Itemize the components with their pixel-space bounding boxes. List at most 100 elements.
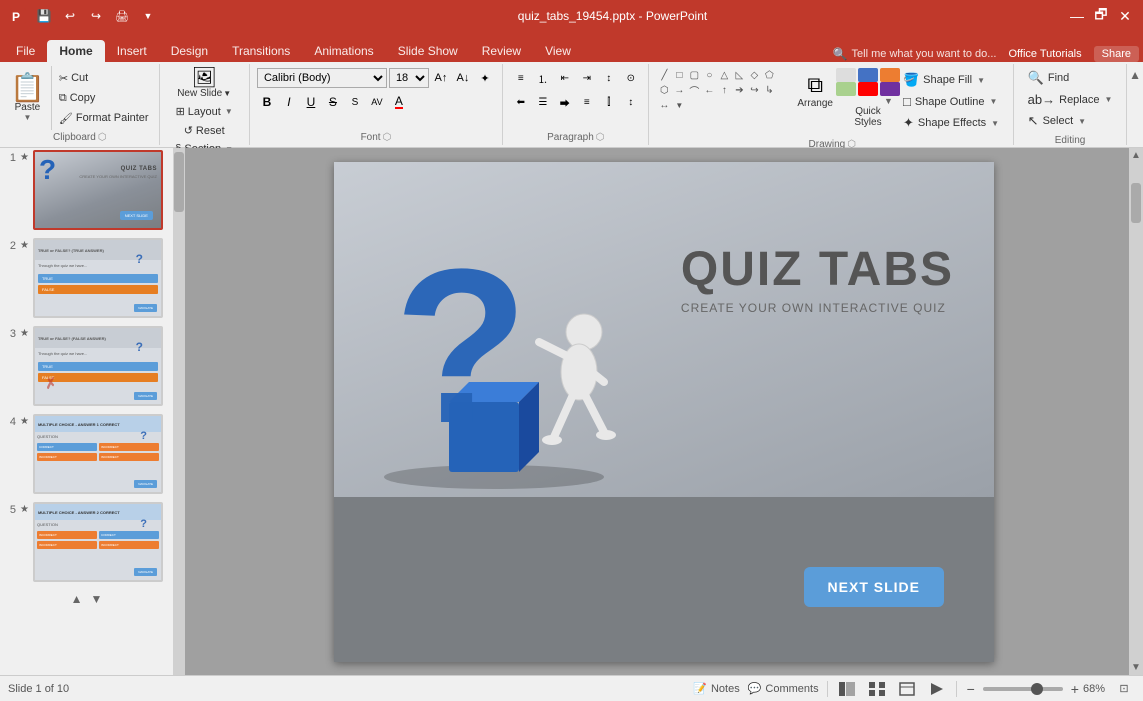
line-spacing-button[interactable]: ↕ — [621, 92, 641, 112]
dropdown-icon[interactable]: ▼ — [138, 6, 158, 26]
decrease-font-button[interactable]: A↓ — [453, 68, 473, 88]
shape-rect[interactable]: □ — [672, 68, 686, 82]
strikethrough-button[interactable]: S — [323, 92, 343, 112]
shape-oval[interactable]: ○ — [702, 68, 716, 82]
slide-scroll-up[interactable]: ▲ — [1129, 148, 1143, 163]
columns-button[interactable]: ⫿ — [599, 92, 619, 112]
slide-sorter-button[interactable] — [866, 678, 888, 700]
shape-uparrow[interactable]: ↑ — [717, 83, 731, 97]
print-icon[interactable]: 🖨 — [112, 6, 132, 26]
shape-rtriangle[interactable]: ◺ — [732, 68, 746, 82]
shape-diamond[interactable]: ◇ — [747, 68, 761, 82]
slide-scroll-thumb[interactable] — [1131, 183, 1141, 223]
font-size-select[interactable]: 18 — [389, 68, 429, 88]
qs-item-5[interactable] — [858, 82, 878, 96]
tab-view[interactable]: View — [533, 40, 583, 62]
clear-format-button[interactable]: ✦ — [475, 68, 495, 88]
zoom-out-button[interactable]: − — [965, 681, 977, 697]
minimize-button[interactable]: — — [1067, 6, 1087, 26]
font-name-select[interactable]: Calibri (Body) — [257, 68, 387, 88]
tab-file[interactable]: File — [4, 40, 47, 62]
reading-view-button[interactable] — [896, 678, 918, 700]
tab-transitions[interactable]: Transitions — [220, 40, 302, 62]
shape-pentagon[interactable]: ⬠ — [762, 68, 776, 82]
spacing-button[interactable]: AV — [367, 92, 387, 112]
help-search[interactable]: 🔍 Tell me what you want to do... — [833, 47, 997, 61]
reset-button[interactable]: ↺ Reset — [180, 122, 229, 139]
bullets-button[interactable]: ≡ — [511, 68, 531, 88]
shape-curvedline[interactable]: ⌒ — [687, 83, 701, 97]
font-expand-icon[interactable]: ⬡ — [383, 132, 392, 143]
panel-scroll-up[interactable]: ▲ — [71, 592, 83, 606]
align-center-button[interactable]: ☰ — [533, 92, 553, 112]
qs-item-1[interactable] — [836, 68, 856, 82]
share-btn[interactable]: Share — [1094, 46, 1139, 62]
new-slide-button[interactable]: 🖼 New Slide ▼ — [173, 66, 235, 101]
close-button[interactable]: ✕ — [1115, 6, 1135, 26]
zoom-thumb[interactable] — [1031, 683, 1043, 695]
shape-effects-button[interactable]: ✦ Shape Effects ▼ — [897, 113, 1005, 133]
replace-button[interactable]: ab→ Replace ▼ — [1022, 90, 1119, 109]
tab-home[interactable]: Home — [47, 40, 104, 62]
paste-button[interactable]: 📋 Paste ▼ — [4, 66, 52, 130]
text-direction-button[interactable]: ↕ — [599, 68, 619, 88]
slide-thumb-2[interactable]: 2 ★ TRUE or FALSE? (TRUE ANSWER) Through… — [0, 236, 173, 320]
slideshow-button[interactable] — [926, 678, 948, 700]
font-color-button[interactable]: A — [389, 92, 409, 112]
layout-button[interactable]: ⊞ Layout ▼ — [172, 103, 237, 120]
cut-button[interactable]: ✂ Cut — [55, 70, 153, 87]
zoom-level[interactable]: 68% — [1083, 683, 1105, 695]
justify-button[interactable]: ≡ — [577, 92, 597, 112]
slide-thumb-3[interactable]: 3 ★ TRUE or FALSE? (FALSE ANSWER) Throug… — [0, 324, 173, 408]
shape-arrow[interactable]: → — [672, 83, 686, 97]
shape-rrect[interactable]: ▢ — [687, 68, 701, 82]
shape-leftarrow[interactable]: ← — [702, 83, 716, 97]
slide-scroll-down[interactable]: ▼ — [1129, 660, 1143, 675]
paragraph-expand-icon[interactable]: ⬡ — [596, 132, 605, 143]
shape-curved-arrow[interactable]: ↪ — [747, 83, 761, 97]
new-slide-btn-inner[interactable]: 🖼 New Slide ▼ — [173, 66, 235, 101]
shape-more[interactable]: ▼ — [672, 98, 686, 112]
align-right-button[interactable]: ⮕ — [555, 92, 575, 112]
zoom-in-button[interactable]: + — [1069, 681, 1081, 697]
shape-hex[interactable]: ⬡ — [657, 83, 671, 97]
save-icon[interactable]: 💾 — [34, 6, 54, 26]
tab-slideshow[interactable]: Slide Show — [386, 40, 470, 62]
format-painter-button[interactable]: 🖌 Format Painter — [55, 110, 153, 127]
increase-indent-button[interactable]: ⇥ — [577, 68, 597, 88]
shape-double-arrow[interactable]: ↔ — [657, 98, 671, 112]
notes-button[interactable]: 📝 Notes — [693, 682, 739, 695]
zoom-slider[interactable] — [983, 687, 1063, 691]
select-button[interactable]: ↖ Select ▼ — [1022, 111, 1119, 131]
clipboard-expand-icon[interactable]: ⬡ — [98, 132, 107, 143]
increase-font-button[interactable]: A↑ — [431, 68, 451, 88]
panel-scroll-down[interactable]: ▼ — [91, 592, 103, 606]
italic-button[interactable]: I — [279, 92, 299, 112]
restore-button[interactable]: 🗗 — [1091, 6, 1111, 26]
arrange-button[interactable]: ⧉ Arrange — [789, 68, 841, 113]
collapse-icon[interactable]: ▲ — [1129, 68, 1141, 82]
shadow-button[interactable]: S — [345, 92, 365, 112]
numbering-button[interactable]: ⒈ — [533, 68, 553, 88]
tab-design[interactable]: Design — [159, 40, 220, 62]
convert-smartart-button[interactable]: ⊙ — [621, 68, 641, 88]
find-button[interactable]: 🔍 Find — [1022, 68, 1119, 88]
shape-outline-button[interactable]: □ Shape Outline ▼ — [897, 92, 1005, 111]
shape-elbow[interactable]: ↳ — [762, 83, 776, 97]
copy-button[interactable]: ⧉ Copy — [55, 90, 153, 107]
shape-fill-button[interactable]: 🪣 Shape Fill ▼ — [897, 70, 1005, 90]
decrease-indent-button[interactable]: ⇤ — [555, 68, 575, 88]
bold-button[interactable]: B — [257, 92, 277, 112]
shape-block-arrow[interactable]: ➔ — [732, 83, 746, 97]
slide-thumb-4[interactable]: 4 ★ MULTIPLE CHOICE - ANSWER 1 CORRECT Q… — [0, 412, 173, 496]
tab-insert[interactable]: Insert — [105, 40, 159, 62]
underline-button[interactable]: U — [301, 92, 321, 112]
qs-expand[interactable]: ▼ — [843, 96, 893, 106]
office-tutorials-btn[interactable]: Office Tutorials — [1008, 48, 1081, 60]
shape-triangle[interactable]: △ — [717, 68, 731, 82]
qs-item-2[interactable] — [858, 68, 878, 82]
panel-scrollbar-thumb[interactable] — [174, 152, 184, 212]
undo-icon[interactable]: ↩ — [60, 6, 80, 26]
comments-button[interactable]: 💬 Comments — [748, 682, 819, 695]
next-slide-button[interactable]: NEXT SLIDE — [804, 567, 944, 607]
